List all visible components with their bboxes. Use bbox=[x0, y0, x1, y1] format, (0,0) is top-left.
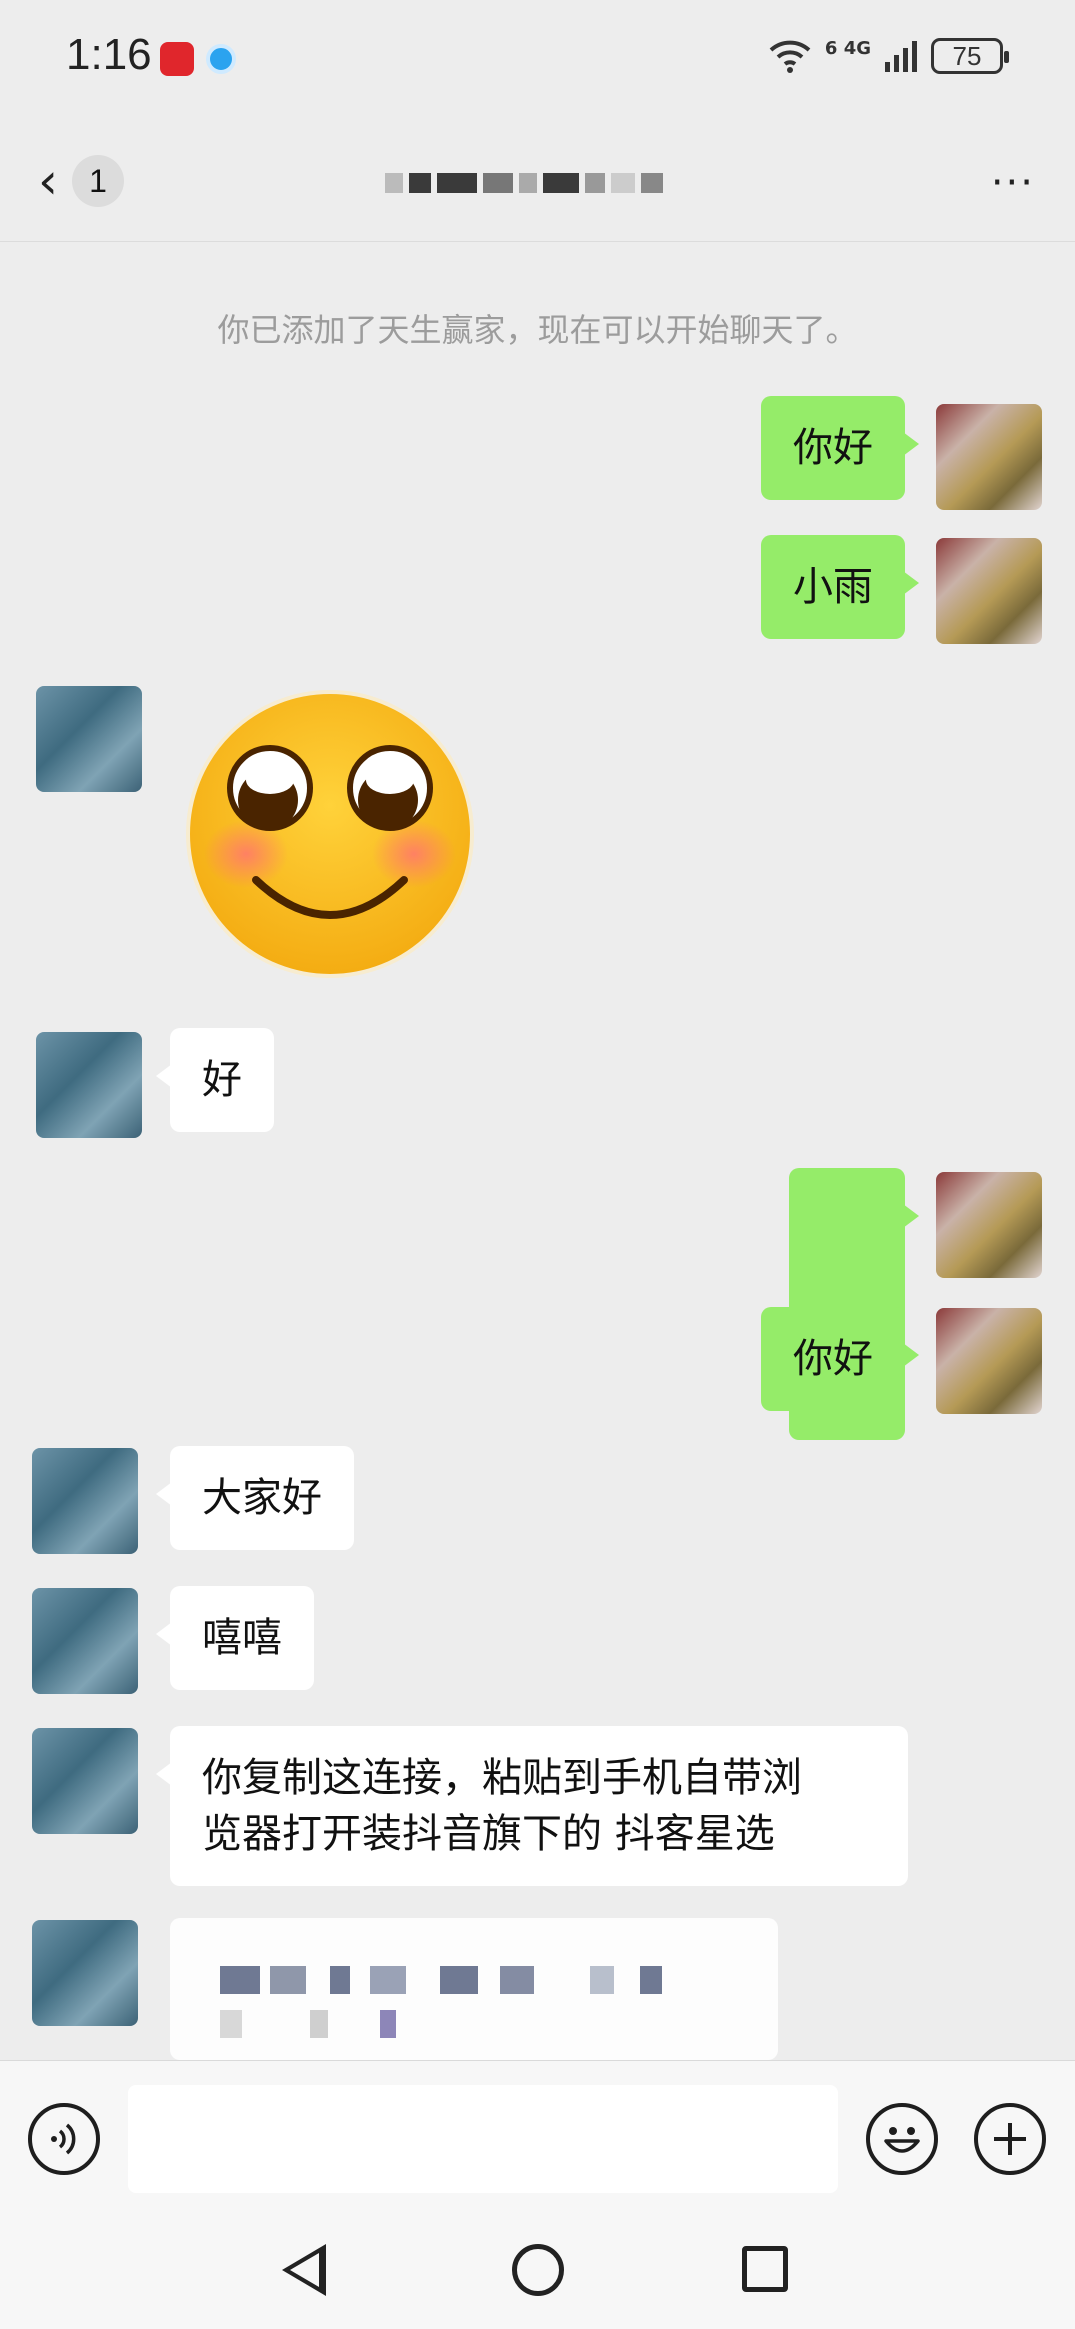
wifi-icon bbox=[769, 40, 811, 73]
nav-home-icon[interactable] bbox=[512, 2244, 564, 2296]
nav-recents-icon[interactable] bbox=[742, 2246, 788, 2292]
plus-icon[interactable] bbox=[974, 2103, 1046, 2175]
peer-avatar[interactable] bbox=[32, 1728, 138, 1834]
smile-icon bbox=[884, 2127, 920, 2153]
status-time: 1:16 bbox=[66, 30, 152, 79]
peer-avatar[interactable] bbox=[32, 1920, 138, 2026]
message-bubble-peer[interactable]: 嘻嘻 bbox=[156, 1586, 314, 1690]
peer-avatar[interactable] bbox=[36, 1032, 142, 1138]
message-bubble-peer[interactable]: 大家好 bbox=[156, 1446, 354, 1550]
status-indicators: 6 4G 75 bbox=[767, 36, 1009, 76]
system-notice: 你已添加了天生赢家，现在可以开始聊天了。 bbox=[217, 311, 858, 349]
self-avatar[interactable] bbox=[936, 538, 1042, 644]
self-avatar[interactable] bbox=[936, 1308, 1042, 1414]
emoji-picker-button[interactable] bbox=[866, 2103, 938, 2175]
message-bubble-peer[interactable]: 好 bbox=[156, 1028, 274, 1132]
message-bubble-peer[interactable]: 你复制这连接，粘贴到手机自带浏 览器打开装抖音旗下的 抖客星选 bbox=[156, 1726, 908, 1886]
self-avatar[interactable] bbox=[936, 404, 1042, 510]
message-bubble-self[interactable]: 小雨 bbox=[761, 535, 919, 639]
peer-avatar[interactable] bbox=[36, 686, 142, 792]
cell-signal-icon bbox=[885, 41, 917, 72]
back-button[interactable]: ‹ 1 bbox=[38, 150, 148, 212]
network-type-label: 6 4G bbox=[824, 37, 871, 59]
battery-indicator: 75 bbox=[931, 38, 1009, 74]
nav-back-icon[interactable] bbox=[282, 2244, 326, 2296]
more-options-button[interactable]: ··· bbox=[991, 160, 1035, 206]
message-bubble-self[interactable]: 你好 bbox=[761, 1307, 919, 1411]
system-navigation-bar bbox=[0, 2216, 1075, 2329]
browser-notification-icon bbox=[206, 44, 236, 74]
message-bubble-self[interactable]: 你好 bbox=[761, 396, 919, 500]
chat-header: ‹ 1 ··· bbox=[0, 120, 1075, 242]
voice-waves-icon bbox=[51, 2123, 76, 2155]
redacted-link-message[interactable] bbox=[170, 1918, 778, 2060]
peer-avatar[interactable] bbox=[32, 1588, 138, 1694]
plus-glyph-icon bbox=[994, 2123, 1026, 2155]
chat-title-redacted bbox=[385, 170, 705, 196]
message-input[interactable] bbox=[128, 2085, 838, 2193]
input-bar bbox=[0, 2060, 1075, 2216]
blushing-smile-sticker[interactable] bbox=[184, 688, 476, 980]
app-notification-icon bbox=[160, 42, 194, 76]
unread-count-badge: 1 bbox=[72, 155, 124, 207]
status-bar: 1:16 6 4G 75 bbox=[0, 0, 1075, 120]
peer-avatar[interactable] bbox=[32, 1448, 138, 1554]
voice-icon[interactable] bbox=[28, 2103, 100, 2175]
chevron-left-icon: ‹ bbox=[38, 152, 58, 210]
self-avatar[interactable] bbox=[936, 1172, 1042, 1278]
